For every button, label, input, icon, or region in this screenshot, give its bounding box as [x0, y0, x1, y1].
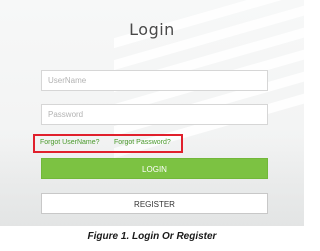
username-placeholder: UserName — [48, 76, 87, 85]
page-title: Login — [129, 20, 175, 39]
login-button[interactable]: LOGIN — [41, 158, 268, 179]
username-input[interactable]: UserName — [41, 70, 268, 91]
figure-caption: Figure 1. Login Or Register — [87, 231, 217, 242]
password-placeholder: Password — [48, 110, 84, 119]
forgot-password-link[interactable]: Forgot Password? — [114, 139, 171, 146]
register-button[interactable]: REGISTER — [41, 193, 268, 214]
login-screen: Login UserName Password Forgot UserName?… — [0, 0, 304, 226]
forgot-username-link[interactable]: Forgot UserName? — [40, 139, 100, 146]
password-input[interactable]: Password — [41, 104, 268, 125]
